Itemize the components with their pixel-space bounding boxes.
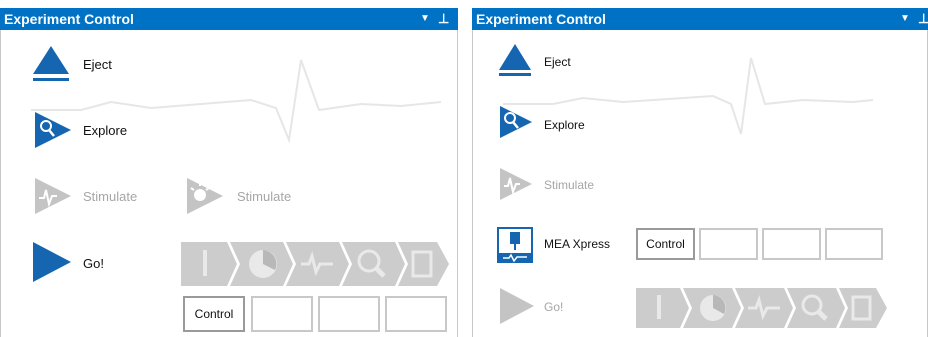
stimulate-icon: [500, 168, 532, 200]
workflow-chevrons: [636, 288, 887, 328]
panel-titlebar: Experiment Control ▼ ⊥: [472, 8, 928, 30]
experiment-control-panel-right: Experiment Control ▼ ⊥ Eject Explore Sti…: [472, 0, 928, 337]
step-box[interactable]: [825, 228, 883, 260]
stimulate-bulb-icon: [187, 178, 223, 214]
panel-titlebar: Experiment Control ▼ ⊥: [0, 8, 458, 30]
clock-icon: [249, 250, 277, 278]
stimulate2-label: Stimulate: [237, 189, 292, 204]
panel-title: Experiment Control: [4, 11, 134, 27]
control-box[interactable]: Control: [636, 228, 695, 260]
clock-icon: [700, 295, 726, 321]
stimulate-button[interactable]: [33, 176, 73, 216]
panel-body: Eject Explore Stimulate: [472, 30, 928, 337]
pin-icon[interactable]: ⊥: [918, 8, 928, 30]
eject-icon: [33, 46, 69, 81]
step-box[interactable]: [385, 296, 447, 332]
eject-label: Eject: [544, 55, 571, 69]
explore-label: Explore: [544, 118, 585, 132]
pin-icon[interactable]: ⊥: [438, 8, 449, 30]
control-label: Control: [194, 307, 234, 321]
go-button[interactable]: [498, 288, 534, 324]
explore-icon: [500, 106, 532, 138]
control-box[interactable]: Control: [183, 296, 245, 332]
go-label: Go!: [83, 256, 104, 271]
stimulate-bulb-button[interactable]: [185, 176, 225, 216]
stimulate-label: Stimulate: [544, 178, 595, 192]
step-box[interactable]: [318, 296, 380, 332]
experiment-control-panel-left: Experiment Control ▼ ⊥ Eject Explore Sti…: [0, 0, 458, 337]
dropdown-arrow-icon[interactable]: ▼: [900, 8, 910, 30]
eject-button[interactable]: [497, 42, 533, 78]
eject-button[interactable]: [31, 44, 71, 84]
go-icon: [33, 242, 71, 282]
eject-label: Eject: [83, 57, 112, 72]
mea-xpress-button[interactable]: [497, 227, 533, 263]
panel-title: Experiment Control: [476, 11, 606, 27]
mea-xpress-icon: [497, 227, 533, 263]
step-box[interactable]: [251, 296, 313, 332]
control-label: Control: [646, 237, 685, 251]
step-box[interactable]: [762, 228, 821, 260]
step-box[interactable]: [699, 228, 758, 260]
explore-button[interactable]: [33, 110, 73, 150]
go-button[interactable]: [31, 242, 71, 282]
panel-body: Eject Explore Stimulate: [0, 30, 458, 337]
workflow-chevrons: [181, 242, 449, 286]
explore-label: Explore: [83, 123, 128, 138]
eject-icon: [499, 44, 531, 76]
stimulate-label: Stimulate: [83, 189, 138, 204]
go-label: Go!: [544, 300, 564, 314]
stimulate-button[interactable]: [498, 166, 534, 202]
dropdown-arrow-icon[interactable]: ▼: [420, 8, 430, 30]
explore-button[interactable]: [498, 104, 534, 140]
go-icon: [500, 288, 534, 324]
mea-xpress-label: MEA Xpress: [544, 237, 611, 251]
stimulate-icon: [35, 178, 71, 214]
explore-icon: [35, 112, 71, 148]
